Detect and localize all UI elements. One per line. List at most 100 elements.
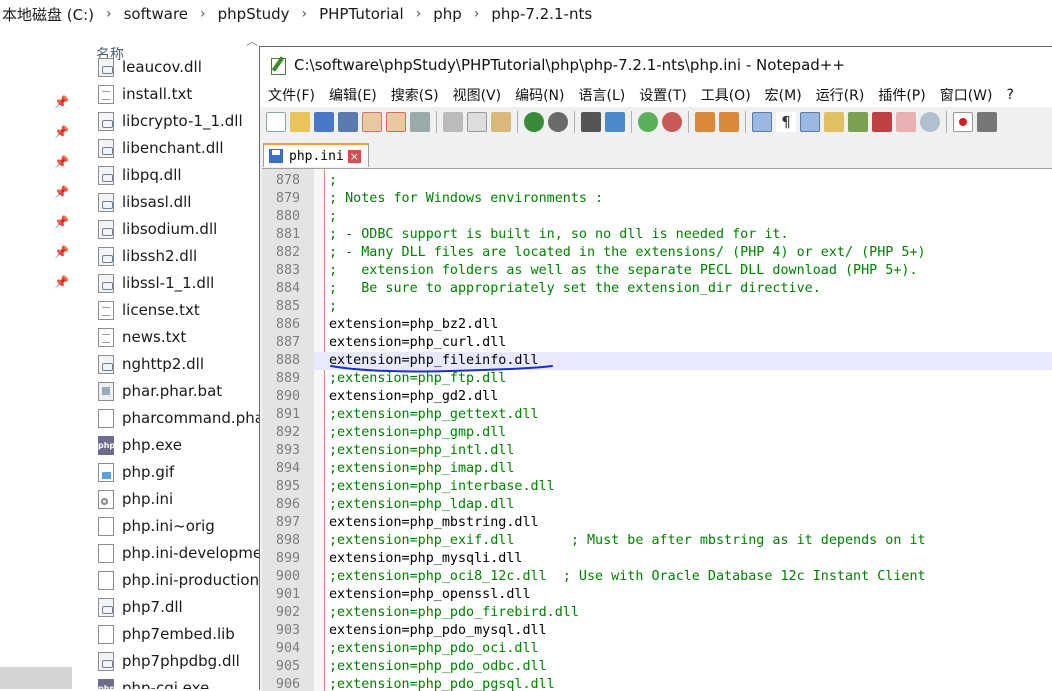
file-row[interactable]: libssh2.dll (98, 243, 197, 269)
code-line[interactable]: 902 ;extension=php_pdo_firebird.dll (262, 604, 1052, 622)
file-row[interactable]: install.txt (98, 81, 192, 107)
save-all-icon[interactable] (338, 112, 358, 132)
print-icon[interactable] (410, 112, 430, 132)
file-row[interactable]: news.txt (98, 324, 186, 350)
code-line[interactable]: 879 ; Notes for Windows environments : (262, 190, 1052, 208)
menu-item[interactable]: 文件(F) (260, 85, 321, 105)
word-wrap-icon[interactable] (752, 112, 772, 132)
menu-item[interactable]: 搜索(S) (383, 85, 445, 105)
redo-icon[interactable] (548, 112, 568, 132)
code-line[interactable]: 881 ; - ODBC support is built in, so no d… (262, 226, 1052, 244)
tab-php-ini[interactable]: php.ini × (263, 143, 369, 167)
code-line[interactable]: 884 ; Be sure to appropriately set the ex… (262, 280, 1052, 298)
menu-item[interactable]: 编码(N) (507, 85, 570, 105)
folder-as-workspace-icon[interactable] (896, 112, 916, 132)
menu-item[interactable]: 宏(M) (757, 85, 808, 105)
address-breadcrumb[interactable]: 本地磁盘 (C:) › software › phpStudy › PHPTutorial ›… (0, 0, 1052, 28)
chevron-right-icon[interactable]: › (416, 6, 422, 22)
file-row[interactable]: license.txt (98, 297, 200, 323)
file-row[interactable]: libpq.dll (98, 162, 182, 188)
sync-horizontal-icon[interactable] (719, 112, 739, 132)
pin-icon[interactable]: 📌 (54, 216, 69, 228)
file-row[interactable]: php php-cgi.exe (98, 675, 209, 689)
copy-icon[interactable] (467, 112, 487, 132)
code-line[interactable]: 886 extension=php_bz2.dll (262, 316, 1052, 334)
menu-item[interactable]: 窗口(W) (932, 85, 999, 105)
sync-vertical-icon[interactable] (695, 112, 715, 132)
menu-item[interactable]: 工具(O) (693, 85, 757, 105)
close-file-icon[interactable] (362, 112, 382, 132)
find-icon[interactable] (581, 112, 601, 132)
code-line[interactable]: 898 ;extension=php_exif.dll ; Must be aft… (262, 532, 1052, 550)
breadcrumb-item[interactable]: PHPTutorial (317, 5, 406, 23)
save-icon[interactable] (314, 112, 334, 132)
code-line[interactable]: 903 extension=php_pdo_mysql.dll (262, 622, 1052, 640)
zoom-out-icon[interactable] (662, 112, 682, 132)
open-folder-icon[interactable] (290, 112, 310, 132)
file-row[interactable]: php php.exe (98, 432, 182, 458)
new-file-icon[interactable] (266, 112, 286, 132)
pin-icon[interactable]: 📌 (54, 126, 69, 138)
close-tab-icon[interactable]: × (347, 149, 361, 163)
cut-icon[interactable] (443, 112, 463, 132)
file-row[interactable]: libsodium.dll (98, 216, 217, 242)
code-line[interactable]: 887 extension=php_curl.dll (262, 334, 1052, 352)
pin-icon[interactable]: 📌 (54, 186, 69, 198)
file-row[interactable]: php.ini-development (98, 540, 262, 566)
file-row[interactable]: phar.phar.bat (98, 378, 222, 404)
file-row[interactable]: php.gif (98, 459, 174, 485)
code-line[interactable]: 899 extension=php_mysqli.dll (262, 550, 1052, 568)
user-defined-language-icon[interactable] (824, 112, 844, 132)
indent-guide-icon[interactable] (800, 112, 820, 132)
breadcrumb-item[interactable]: phpStudy (216, 5, 292, 23)
window-title-bar[interactable]: C:\software\phpStudy\PHPTutorial\php\php… (260, 47, 1052, 83)
stop-macro-icon[interactable] (977, 112, 997, 132)
document-map-icon[interactable] (848, 112, 868, 132)
code-line[interactable]: 885; (262, 298, 1052, 316)
menu-item[interactable]: ? (999, 87, 1020, 103)
code-line[interactable]: 905 ;extension=php_pdo_odbc.dll (262, 658, 1052, 676)
zoom-in-icon[interactable] (638, 112, 658, 132)
monitoring-eye-icon[interactable] (920, 112, 940, 132)
code-line[interactable]: 895 ;extension=php_interbase.dll (262, 478, 1052, 496)
file-row[interactable]: libcrypto-1_1.dll (98, 108, 243, 134)
breadcrumb-item[interactable]: 本地磁盘 (C:) (0, 4, 96, 25)
code-line[interactable]: 889 ;extension=php_ftp.dll (262, 370, 1052, 388)
code-editor[interactable]: 878; 879; Notes for Windows environments … (262, 168, 1052, 691)
breadcrumb-item[interactable]: software (122, 5, 190, 23)
menu-item[interactable]: 语言(L) (571, 85, 632, 105)
file-row[interactable]: php.ini-production (98, 567, 259, 593)
file-row[interactable]: libenchant.dll (98, 135, 224, 161)
chevron-right-icon[interactable]: › (200, 6, 206, 22)
file-row[interactable]: php7.dll (98, 594, 183, 620)
code-line[interactable]: 901 extension=php_openssl.dll (262, 586, 1052, 604)
show-all-characters-icon[interactable]: ¶ (776, 112, 796, 132)
pin-icon[interactable]: 📌 (54, 156, 69, 168)
chevron-right-icon[interactable]: › (302, 6, 308, 22)
file-row[interactable]: libsasl.dll (98, 189, 191, 215)
file-row[interactable]: pharcommand.phar (98, 405, 262, 431)
menu-item[interactable]: 运行(R) (808, 85, 871, 105)
close-all-icon[interactable] (386, 112, 406, 132)
pin-icon[interactable]: 📌 (54, 246, 69, 258)
menu-item[interactable]: 设置(T) (631, 85, 692, 105)
file-row[interactable]: php7phpdbg.dll (98, 648, 240, 674)
function-list-icon[interactable] (872, 112, 892, 132)
file-row[interactable]: php7embed.lib (98, 621, 235, 647)
chevron-right-icon[interactable]: › (106, 6, 112, 22)
code-line[interactable]: 894 ;extension=php_imap.dll (262, 460, 1052, 478)
pin-icon[interactable]: 📌 (54, 276, 69, 288)
menu-item[interactable]: 插件(P) (870, 85, 931, 105)
code-line[interactable]: 897 extension=php_mbstring.dll (262, 514, 1052, 532)
horizontal-scrollbar[interactable] (0, 667, 72, 689)
code-line[interactable]: 878; (262, 172, 1052, 190)
menu-item[interactable]: 编辑(E) (321, 85, 383, 105)
code-line[interactable]: 896 ;extension=php_ldap.dll (262, 496, 1052, 514)
file-row[interactable]: php.ini~orig (98, 513, 215, 539)
file-row[interactable]: libssl-1_1.dll (98, 270, 214, 296)
replace-icon[interactable] (605, 112, 625, 132)
code-line[interactable]: 880; (262, 208, 1052, 226)
breadcrumb-item[interactable]: php (431, 5, 464, 23)
record-macro-icon[interactable] (953, 112, 973, 132)
code-line[interactable]: 888 extension=php_fileinfo.dll (262, 352, 1052, 370)
